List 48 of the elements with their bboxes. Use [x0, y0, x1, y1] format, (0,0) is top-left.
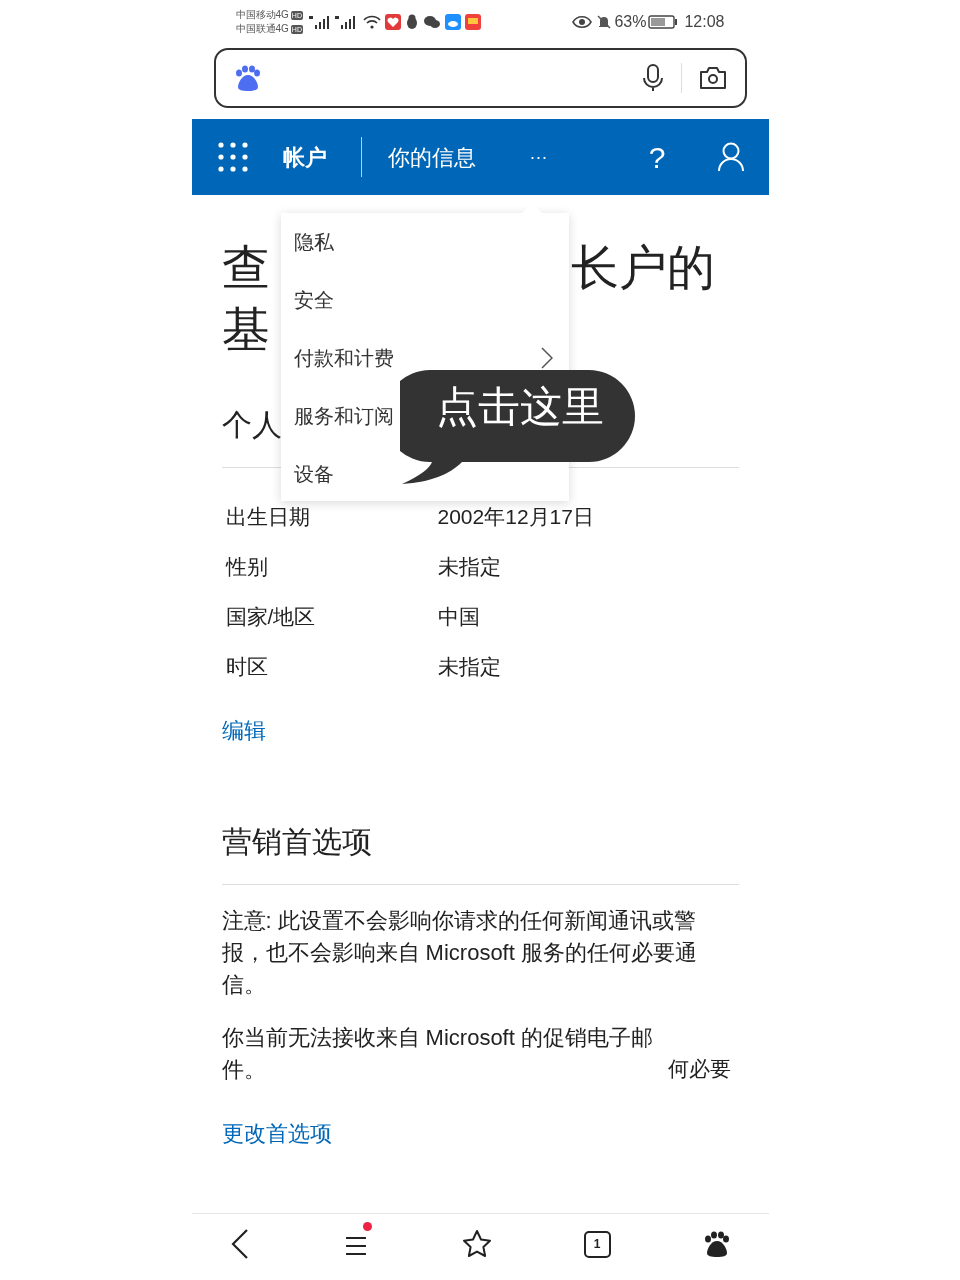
- menu-item[interactable]: 安全: [280, 271, 569, 329]
- star-icon[interactable]: [461, 1229, 492, 1259]
- header-subtitle[interactable]: 你的信息: [387, 140, 476, 174]
- field-label: 出生日期: [224, 504, 311, 531]
- edit-link[interactable]: 编辑: [221, 716, 266, 746]
- page-heading: 查: [221, 240, 270, 296]
- paw-icon: [233, 65, 262, 91]
- notice-text: 你当前无法接收来自 Microsoft 的促销电子邮件。: [221, 1024, 654, 1084]
- field-value: 2002年12月17日: [437, 504, 594, 531]
- field-value: 中国: [437, 604, 480, 631]
- app-icon: [384, 14, 401, 30]
- battery-percent: 63%: [614, 12, 647, 32]
- tabs-button[interactable]: 1: [583, 1230, 611, 1258]
- notice-text: 注意: 此设置不会影响你请求的任何新闻通讯或警报，也不会影响来自 Microsoft 服务的任何必要通信。: [221, 907, 698, 999]
- field-label: 时区: [224, 654, 269, 681]
- camera-icon[interactable]: [698, 66, 727, 90]
- field-value: 未指定: [437, 554, 501, 581]
- battery-icon: [648, 15, 679, 29]
- field-value: 未指定: [437, 654, 501, 681]
- more-menu[interactable]: ···: [529, 143, 548, 171]
- microphone-icon[interactable]: [641, 64, 664, 92]
- weather-icon: [444, 14, 461, 30]
- overlay-text: 何必要: [667, 1056, 731, 1082]
- section-title: 个人: [221, 407, 282, 443]
- wifi-icon: [362, 15, 381, 29]
- carrier-name: 中国联通4G: [235, 22, 289, 36]
- bell-off-icon: [596, 14, 613, 30]
- search-field[interactable]: [213, 48, 747, 108]
- signal-icon: [334, 15, 357, 29]
- back-icon[interactable]: [229, 1228, 250, 1260]
- section-title: 营销首选项: [221, 824, 372, 860]
- paw-icon[interactable]: [702, 1231, 731, 1257]
- field-label: 国家/地区: [224, 604, 317, 631]
- clock-time: 12:08: [684, 12, 725, 32]
- app-icon: [464, 14, 481, 30]
- page-heading: 长户的: [570, 240, 715, 296]
- page-heading: 基: [221, 302, 270, 358]
- menu-item[interactable]: 隐私: [280, 213, 569, 271]
- signal-icon: [308, 15, 331, 29]
- header-title[interactable]: 帐户: [282, 140, 327, 174]
- app-launcher-icon[interactable]: [217, 142, 248, 172]
- user-icon[interactable]: [717, 142, 744, 172]
- hint-tooltip: 点击这里: [399, 370, 635, 484]
- carrier-name: 中国移动4G: [235, 8, 289, 22]
- help-link[interactable]: ?: [648, 134, 666, 180]
- field-label: 性别: [224, 554, 269, 581]
- change-preferences-link[interactable]: 更改首选项: [221, 1119, 332, 1149]
- eye-icon: [572, 15, 593, 29]
